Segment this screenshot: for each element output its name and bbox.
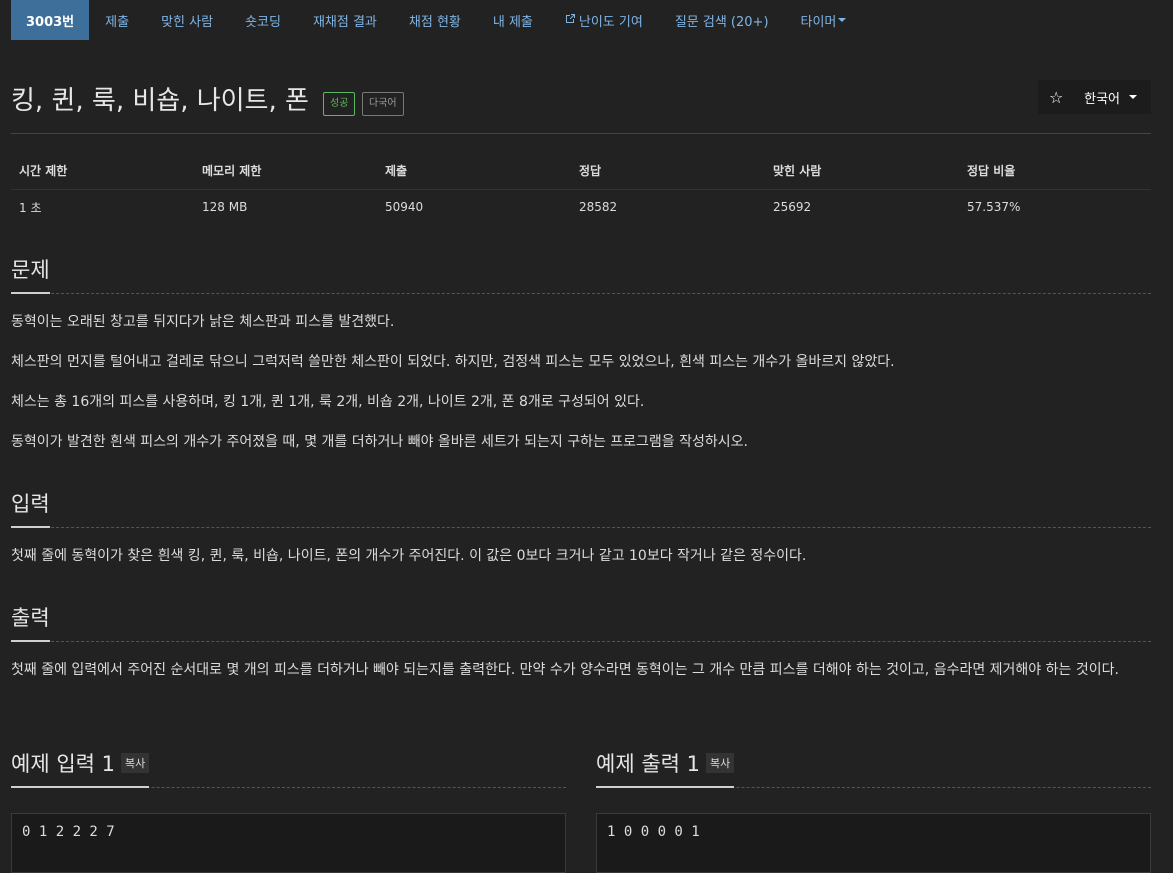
nav-difficulty-label: 난이도 기여 [578, 14, 643, 30]
header-memory-limit: 메모리 제한 [194, 153, 377, 190]
input-heading: 입력 [11, 488, 50, 528]
problem-paragraph: 동혁이가 발견한 흰색 피스의 개수가 주어졌을 때, 몇 개를 더하거나 빼야… [11, 434, 748, 450]
star-icon[interactable]: ☆ [1038, 80, 1074, 114]
input-section-header: 입력 [11, 488, 1151, 528]
nav-timer[interactable]: 타이머 [785, 0, 863, 40]
output-description: 첫째 줄에 입력에서 주어진 순서대로 몇 개의 피스를 더하거나 빼야 되는지… [11, 658, 1151, 682]
header-accept-ratio: 정답 비율 [959, 153, 1151, 190]
multilingual-badge: 다국어 [362, 92, 404, 116]
nav-problem-number[interactable]: 3003번 [11, 0, 90, 40]
problem-paragraph: 체스판의 먼지를 털어내고 걸레로 닦으니 그럭저럭 쓸만한 체스판이 되었다.… [11, 354, 895, 370]
nav-solved-users[interactable]: 맞힌 사람 [145, 0, 229, 40]
problem-title-row: 킹, 퀸, 룩, 비숍, 나이트, 폰 성공 다국어 ☆ 한국어 [11, 80, 1151, 120]
sample-input-header: 예제 입력 1 복사 [11, 748, 566, 788]
header-accepted: 정답 [571, 153, 765, 190]
sample-output-section: 예제 출력 1 복사 1 0 0 0 0 1 [596, 748, 1151, 873]
nav-timer-label: 타이머 [800, 14, 837, 30]
header-submissions: 제출 [377, 153, 571, 190]
submissions-value: 50940 [385, 200, 424, 215]
language-dropdown[interactable]: 한국어 [1074, 80, 1151, 114]
time-limit-value: 1 초 [19, 200, 42, 215]
external-link-icon [565, 13, 576, 27]
copy-button[interactable]: 복사 [121, 753, 150, 773]
problem-section: 문제 동혁이는 오래된 창고를 뒤지다가 낡은 체스판과 피스를 발견했다. 체… [11, 254, 1151, 454]
memory-limit-value: 128 MB [202, 200, 248, 215]
problem-title: 킹, 퀸, 룩, 비숍, 나이트, 폰 [11, 86, 309, 116]
sample-input-box: 0 1 2 2 2 7 [11, 813, 566, 873]
accept-ratio-value: 57.537% [967, 200, 1021, 215]
header-solved-users: 맞힌 사람 [765, 153, 959, 190]
output-paragraph: 첫째 줄에 입력에서 주어진 순서대로 몇 개의 피스를 더하거나 빼야 되는지… [11, 662, 1119, 678]
sample-output-heading: 예제 출력 1 복사 [596, 748, 735, 788]
title-divider [11, 133, 1151, 134]
header-time-limit: 시간 제한 [11, 153, 194, 190]
copy-button[interactable]: 복사 [706, 753, 735, 773]
sample-output-header: 예제 출력 1 복사 [596, 748, 1151, 788]
nav-short-coding[interactable]: 숏코딩 [229, 0, 297, 40]
nav-my-submissions[interactable]: 내 제출 [477, 0, 549, 40]
sample-input-heading: 예제 입력 1 복사 [11, 748, 150, 788]
accepted-value: 28582 [579, 200, 618, 215]
nav-submit[interactable]: 제출 [89, 0, 145, 40]
info-value-row: 1 초 128 MB 50940 28582 25692 57.537% [11, 189, 1151, 225]
nav-status[interactable]: 채점 현황 [393, 0, 477, 40]
input-paragraph: 첫째 줄에 동혁이가 찾은 흰색 킹, 퀸, 룩, 비숍, 나이트, 폰의 개수… [11, 548, 807, 564]
problem-section-header: 문제 [11, 254, 1151, 294]
input-description: 첫째 줄에 동혁이가 찾은 흰색 킹, 퀸, 룩, 비숍, 나이트, 폰의 개수… [11, 544, 1151, 568]
output-section: 출력 첫째 줄에 입력에서 주어진 순서대로 몇 개의 피스를 더하거나 빼야 … [11, 602, 1151, 682]
problem-paragraph: 체스는 총 16개의 피스를 사용하며, 킹 1개, 퀸 1개, 룩 2개, 비… [11, 394, 645, 410]
sample-input-title: 예제 입력 1 [11, 752, 115, 776]
success-badge: 성공 [323, 92, 356, 116]
nav-question-search[interactable]: 질문 검색 (20+) [659, 0, 785, 40]
sample-input-section: 예제 입력 1 복사 0 1 2 2 2 7 [11, 748, 566, 873]
nav-rejudge-results[interactable]: 재채점 결과 [297, 0, 393, 40]
problem-paragraph: 동혁이는 오래된 창고를 뒤지다가 낡은 체스판과 피스를 발견했다. [11, 314, 395, 330]
sample-output-box: 1 0 0 0 0 1 [596, 813, 1151, 873]
solved-users-value: 25692 [773, 200, 812, 215]
language-label: 한국어 [1084, 91, 1120, 107]
output-heading: 출력 [11, 602, 50, 642]
problem-heading: 문제 [11, 254, 50, 294]
problem-nav: 3003번 제출 맞힌 사람 숏코딩 재채점 결과 채점 현황 내 제출 난이도… [11, 0, 862, 40]
input-section: 입력 첫째 줄에 동혁이가 찾은 흰색 킹, 퀸, 룩, 비숍, 나이트, 폰의… [11, 488, 1151, 568]
nav-difficulty-contribution[interactable]: 난이도 기여 [549, 0, 659, 40]
problem-info-table: 시간 제한 메모리 제한 제출 정답 맞힌 사람 정답 비율 1 초 128 M… [11, 153, 1151, 225]
sample-output-title: 예제 출력 1 [596, 752, 700, 776]
problem-toolbar: ☆ 한국어 [1038, 80, 1151, 114]
info-header-row: 시간 제한 메모리 제한 제출 정답 맞힌 사람 정답 비율 [11, 153, 1151, 190]
output-section-header: 출력 [11, 602, 1151, 642]
caret-down-icon [1129, 95, 1137, 99]
problem-description: 동혁이는 오래된 창고를 뒤지다가 낡은 체스판과 피스를 발견했다. 체스판의… [11, 310, 1151, 454]
caret-down-icon [838, 18, 847, 22]
